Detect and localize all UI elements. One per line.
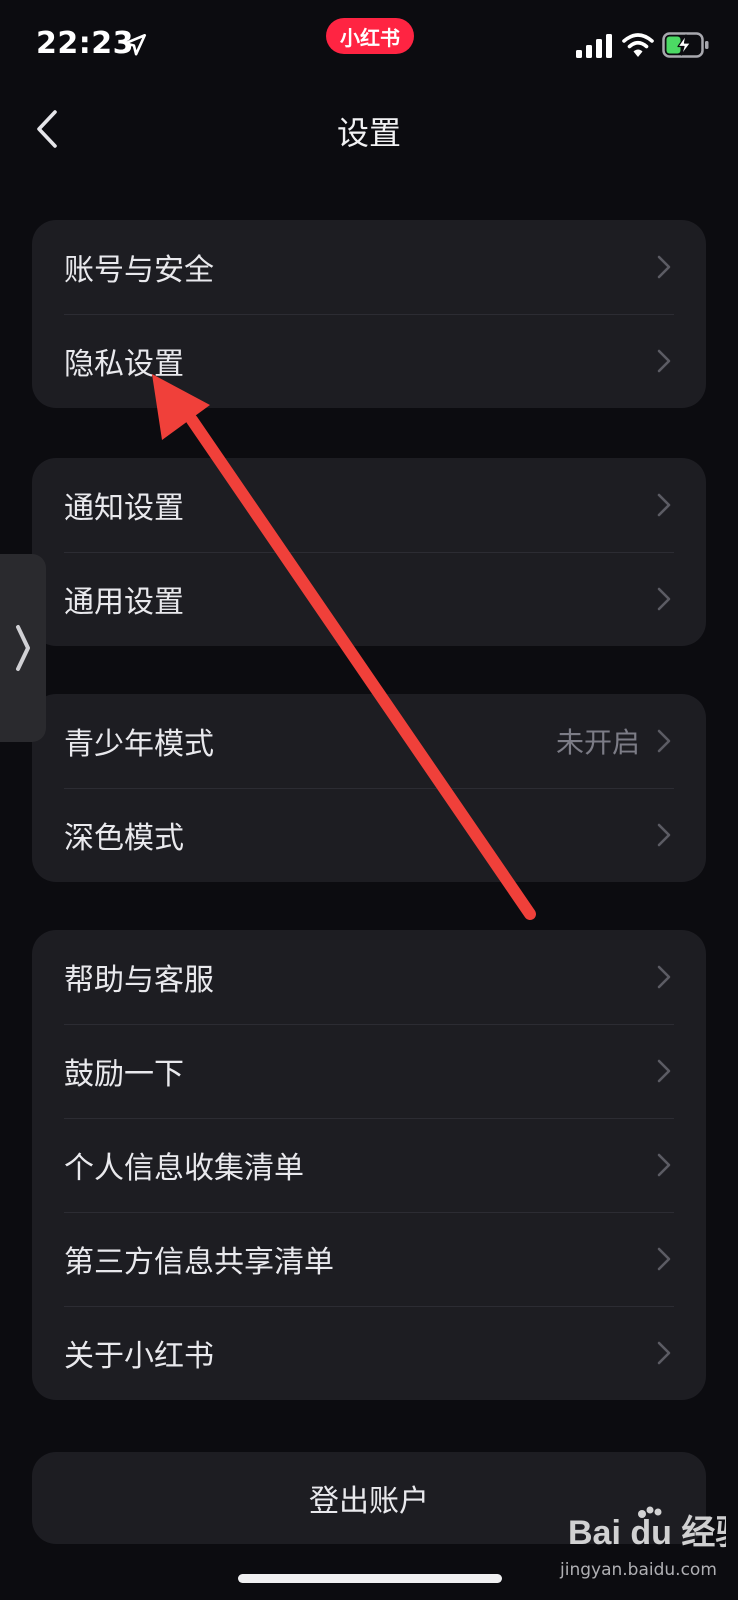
baidu-jingyan-watermark: Bai du 经验 jingyan.baidu.com	[560, 1500, 730, 1592]
chevron-right-icon	[657, 587, 671, 611]
chevron-right-icon	[657, 255, 671, 279]
settings-item-account-security[interactable]: 账号与安全	[32, 220, 706, 314]
settings-item-help[interactable]: 帮助与客服	[32, 930, 706, 1024]
app-badge: 小红书	[326, 18, 414, 54]
chevron-right-icon	[657, 729, 671, 753]
settings-item-label: 通知设置	[64, 491, 184, 526]
settings-item-label: 账号与安全	[64, 253, 214, 288]
settings-item-label: 通用设置	[64, 585, 184, 620]
teen-mode-status: 未开启	[555, 726, 640, 759]
settings-group-about: 帮助与客服 鼓励一下 个人信息收集清单 第三方信息共享清单 关于小红书	[32, 930, 706, 1400]
settings-item-label: 个人信息收集清单	[64, 1151, 304, 1186]
settings-group-account: 账号与安全 隐私设置	[32, 220, 706, 408]
settings-item-about[interactable]: 关于小红书	[32, 1306, 706, 1400]
page-title: 设置	[336, 114, 401, 152]
settings-item-dark-mode[interactable]: 深色模式	[32, 788, 706, 882]
home-indicator[interactable]	[238, 1574, 502, 1583]
settings-item-third-party-list[interactable]: 第三方信息共享清单	[32, 1212, 706, 1306]
settings-item-general[interactable]: 通用设置	[32, 552, 706, 646]
settings-item-notifications[interactable]: 通知设置	[32, 458, 706, 552]
chevron-right-icon	[657, 823, 671, 847]
settings-item-teen-mode[interactable]: 青少年模式 未开启	[32, 694, 706, 788]
settings-group-modes: 青少年模式 未开启 深色模式	[32, 694, 706, 882]
battery-charging-icon	[662, 32, 709, 58]
status-time: 22:23	[36, 26, 134, 61]
status-bar: 22:23 小红书	[0, 0, 738, 90]
settings-group-notifications: 通知设置 通用设置	[32, 458, 706, 646]
chevron-right-icon	[16, 625, 30, 671]
settings-item-label: 隐私设置	[64, 347, 184, 382]
navigation-bar: 设置	[0, 90, 738, 170]
location-arrow-icon	[123, 33, 147, 56]
settings-item-label: 青少年模式	[64, 727, 214, 762]
baidu-logo: Bai du 经验	[568, 1506, 726, 1552]
settings-item-label: 帮助与客服	[64, 963, 214, 998]
settings-screen: 22:23 小红书 设置 账号与安全 隐私设置 通知设置 通用设置 青少年模式 …	[0, 0, 738, 1600]
settings-item-label: 第三方信息共享清单	[64, 1245, 334, 1280]
chevron-right-icon	[657, 1247, 671, 1271]
settings-item-label: 深色模式	[64, 821, 184, 856]
chevron-right-icon	[657, 349, 671, 373]
chevron-right-icon	[657, 1341, 671, 1365]
wifi-icon	[622, 33, 654, 57]
settings-item-privacy[interactable]: 隐私设置	[32, 314, 706, 408]
settings-item-encourage[interactable]: 鼓励一下	[32, 1024, 706, 1118]
chevron-right-icon	[657, 493, 671, 517]
chevron-right-icon	[657, 1059, 671, 1083]
settings-item-personal-info-list[interactable]: 个人信息收集清单	[32, 1118, 706, 1212]
svg-text:Bai du 经验: Bai du 经验	[568, 1513, 726, 1552]
settings-item-label: 关于小红书	[64, 1339, 214, 1374]
cellular-signal-icon	[576, 34, 612, 58]
side-panel-handle[interactable]	[0, 554, 46, 742]
watermark-site: jingyan.baidu.com	[560, 1560, 717, 1580]
chevron-right-icon	[657, 1153, 671, 1177]
settings-item-label: 鼓励一下	[64, 1057, 184, 1092]
chevron-right-icon	[657, 965, 671, 989]
